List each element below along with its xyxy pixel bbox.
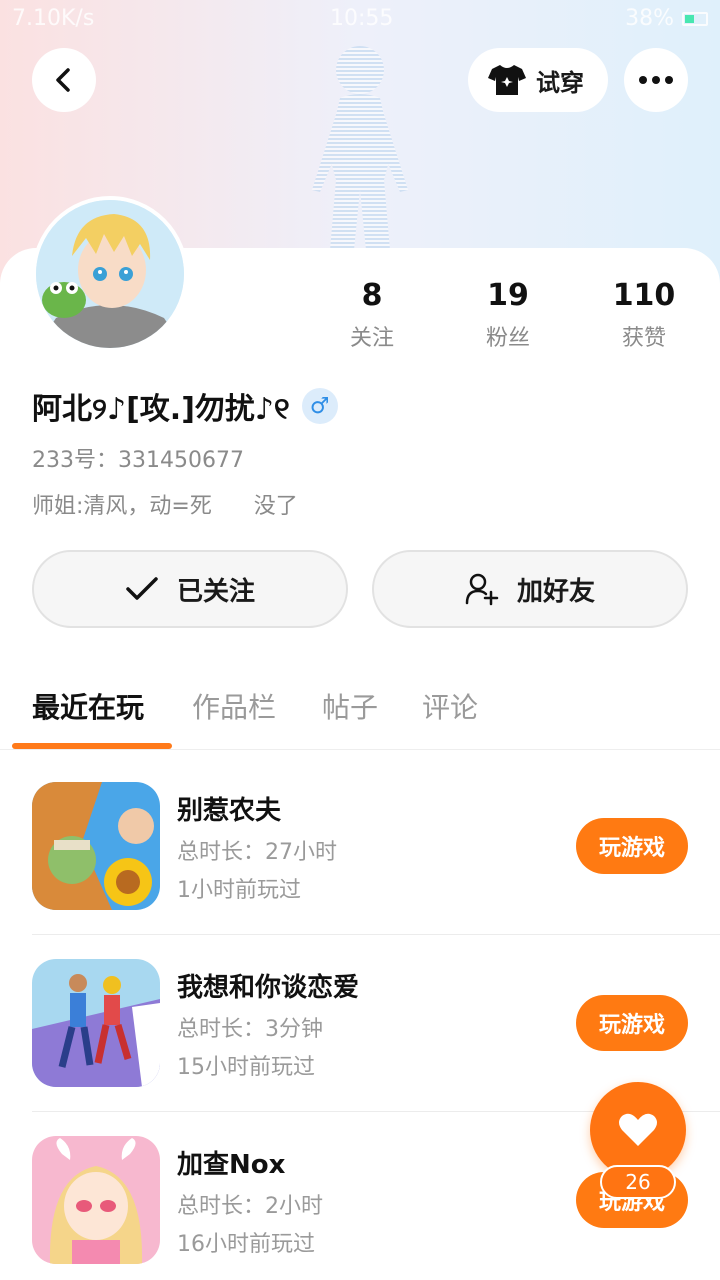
stat-followers-count: 19	[487, 278, 529, 313]
active-tab-indicator	[12, 743, 172, 749]
avatar-figure-3d	[312, 46, 408, 250]
back-button[interactable]	[32, 48, 96, 112]
avatar[interactable]	[32, 196, 188, 352]
play-game-button[interactable]: 玩游戏	[576, 995, 688, 1051]
profile-tabs: 最近在玩 作品栏 帖子 评论	[0, 680, 720, 750]
stat-likes[interactable]: 110 获赞	[584, 278, 704, 352]
game-icon-farmer	[32, 782, 160, 910]
tshirt-icon	[488, 65, 526, 95]
game-total-time: 总时长：2小时	[177, 1194, 323, 1219]
play-game-button[interactable]: 玩游戏	[576, 818, 688, 874]
network-speed: 7.10K/s	[12, 6, 95, 31]
tab-recently-played[interactable]: 最近在玩	[32, 686, 144, 726]
status-bar: 7.10K/s 10:55 38%	[0, 0, 720, 40]
game-title: 我想和你谈恋爱	[177, 973, 360, 1003]
list-item[interactable]: 别惹农夫 总时长：27小时 1小时前玩过 玩游戏	[32, 782, 720, 958]
stat-following-label: 关注	[349, 326, 394, 351]
stat-likes-count: 110	[612, 278, 676, 313]
stat-followers-label: 粉丝	[485, 326, 530, 351]
profile-bio: 师姐:清风，动=死 没了	[32, 494, 298, 519]
game-icon-runner	[32, 959, 160, 1087]
clock: 10:55	[330, 6, 394, 31]
add-user-icon	[465, 573, 499, 606]
game-total-time: 总时长：27小时	[177, 840, 337, 865]
game-title: 加查Nox	[177, 1150, 286, 1180]
add-friend-label: 加好友	[516, 576, 595, 607]
heart-icon	[619, 1113, 657, 1146]
tab-posts[interactable]: 帖子	[322, 686, 378, 726]
list-divider	[32, 934, 720, 935]
avatar-anime-boy-image	[36, 200, 184, 348]
more-options-button[interactable]	[624, 48, 688, 112]
add-friend-button[interactable]: 加好友	[372, 550, 688, 628]
like-count-badge: 26	[600, 1165, 676, 1199]
profile-name: 阿北୨♪[攻.]勿扰♪୧	[32, 392, 290, 427]
following-button[interactable]: 已关注	[32, 550, 348, 628]
more-dots-icon	[639, 76, 673, 84]
following-label: 已关注	[176, 576, 255, 607]
checkmark-icon	[126, 577, 158, 600]
game-icon-gacha	[32, 1136, 160, 1264]
user-id: 233号：331450677	[32, 448, 244, 473]
game-total-time: 总时长：3分钟	[177, 1017, 323, 1042]
like-floating-button[interactable]	[590, 1082, 686, 1178]
stat-followers[interactable]: 19 粉丝	[448, 278, 568, 352]
game-last-played: 15小时前玩过	[177, 1055, 315, 1080]
tab-works[interactable]: 作品栏	[192, 686, 276, 726]
gender-male-icon: ♂	[301, 388, 338, 424]
stat-likes-label: 获赞	[621, 326, 666, 351]
back-arrow-icon	[56, 68, 70, 92]
battery-icon	[682, 12, 708, 26]
battery-percent: 38%	[625, 6, 674, 31]
try-on-label: 试穿	[536, 68, 584, 97]
game-last-played: 1小时前玩过	[177, 878, 301, 903]
tab-comments[interactable]: 评论	[422, 686, 478, 726]
stat-following[interactable]: 8 关注	[312, 278, 432, 352]
profile-name-row: 阿北୨♪[攻.]勿扰♪୧ ♂	[32, 384, 338, 428]
stat-following-count: 8	[361, 278, 383, 313]
game-title: 别惹农夫	[177, 796, 282, 826]
game-last-played: 16小时前玩过	[177, 1232, 315, 1257]
try-on-button[interactable]: 试穿	[468, 48, 608, 112]
